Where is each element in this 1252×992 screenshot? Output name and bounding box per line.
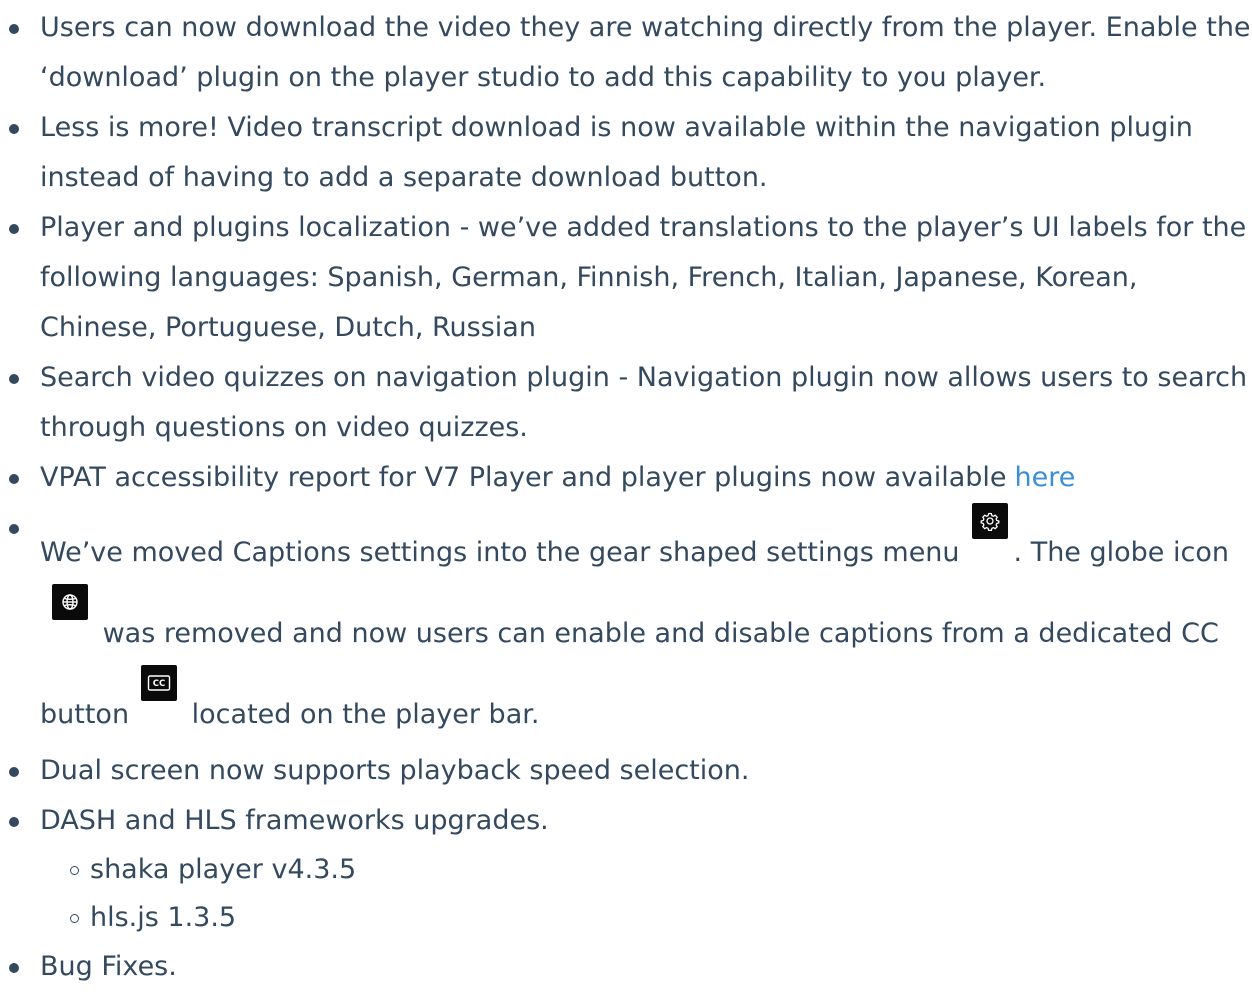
gear-icon (971, 503, 1008, 539)
list-item-dual-screen: Dual screen now supports playback speed … (0, 746, 1252, 796)
svg-text:CC: CC (153, 679, 165, 689)
list-item-text: Less is more! Video transcript download … (40, 112, 1193, 193)
closed-captions-icon: CC (141, 665, 178, 701)
captions-text-part4: located on the player bar. (191, 699, 540, 730)
list-item-localization: Player and plugins localization - we’ve … (0, 203, 1252, 353)
list-item-framework-upgrades: DASH and HLS frameworks upgrades. shaka … (0, 796, 1252, 942)
list-item-transcript-download: Less is more! Video transcript download … (0, 103, 1252, 203)
globe-icon (52, 584, 88, 620)
list-item-text: Search video quizzes on navigation plugi… (40, 362, 1248, 443)
list-item-text: Player and plugins localization - we’ve … (40, 212, 1247, 343)
vpat-report-link[interactable]: here (1015, 462, 1076, 493)
captions-text-part2: . The globe icon (1013, 537, 1229, 568)
list-item-text: Dual screen now supports playback speed … (40, 755, 750, 786)
framework-upgrades-sublist: shaka player v4.3.5 hls.js 1.3.5 (40, 846, 1252, 942)
list-item-text: DASH and HLS frameworks upgrades. (40, 805, 549, 836)
list-item-bug-fixes: Bug Fixes. (0, 942, 1252, 992)
captions-text-part1: We’ve moved Captions settings into the g… (40, 537, 960, 568)
list-item-vpat-report: VPAT accessibility report for V7 Player … (0, 453, 1252, 503)
list-item-quiz-search: Search video quizzes on navigation plugi… (0, 353, 1252, 453)
list-item-download-plugin: Users can now download the video they ar… (0, 3, 1252, 103)
release-notes-list: Users can now download the video they ar… (0, 3, 1252, 992)
list-item-text: Bug Fixes. (40, 951, 177, 982)
list-item-text: Users can now download the video they ar… (40, 12, 1251, 93)
list-item-captions-settings: We’ve moved Captions settings into the g… (0, 503, 1252, 746)
sub-list-item: shaka player v4.3.5 (40, 846, 1252, 894)
list-item-text: VPAT accessibility report for V7 Player … (40, 462, 1007, 493)
sub-list-item: hls.js 1.3.5 (40, 894, 1252, 942)
